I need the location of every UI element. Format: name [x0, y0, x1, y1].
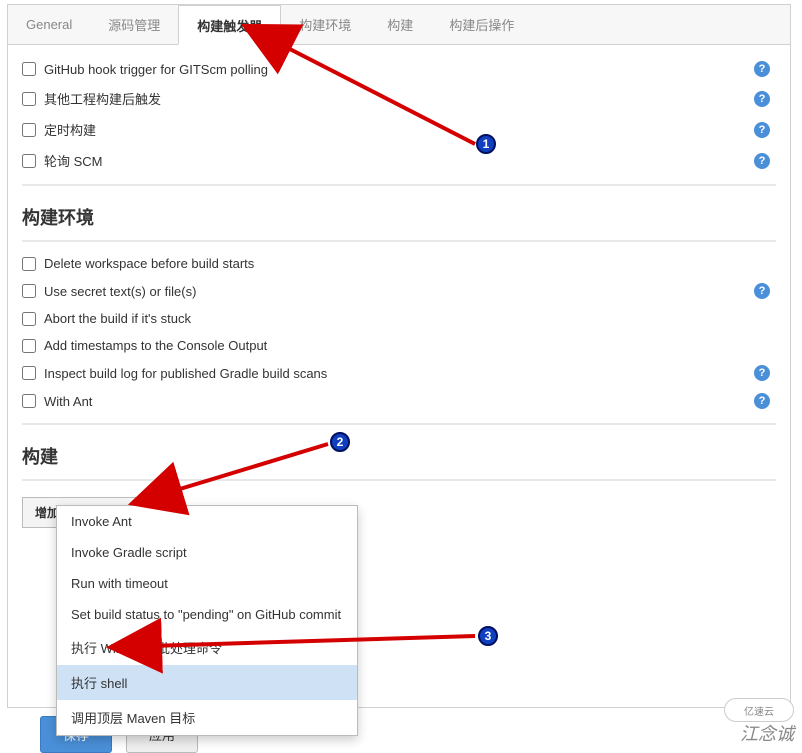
divider [22, 479, 776, 481]
annotation-badge-1: 1 [476, 134, 496, 154]
tab-general[interactable]: General [8, 5, 90, 44]
checkbox-secret-text[interactable] [22, 284, 36, 298]
menu-item-windows-batch[interactable]: 执行 Windows 批处理命令 [57, 630, 357, 665]
checkbox-with-ant[interactable] [22, 394, 36, 408]
checkbox-after-other[interactable] [22, 92, 36, 106]
checkbox-label: GitHub hook trigger for GITScm polling [44, 62, 754, 77]
env-row: Use secret text(s) or file(s) ? [22, 277, 776, 305]
tab-build-env[interactable]: 构建环境 [281, 5, 369, 44]
tab-post-build[interactable]: 构建后操作 [431, 5, 532, 44]
checkbox-label: 轮询 SCM [44, 151, 754, 170]
help-icon[interactable]: ? [754, 122, 770, 138]
checkbox-label: Abort the build if it's stuck [44, 311, 776, 326]
trigger-row: 轮询 SCM ? [22, 145, 776, 176]
checkbox-label: Use secret text(s) or file(s) [44, 284, 754, 299]
divider [22, 184, 776, 186]
help-icon[interactable]: ? [754, 283, 770, 299]
menu-item-run-timeout[interactable]: Run with timeout [57, 568, 357, 599]
checkbox-label: With Ant [44, 394, 754, 409]
menu-item-invoke-gradle[interactable]: Invoke Gradle script [57, 537, 357, 568]
env-row: With Ant ? [22, 387, 776, 415]
checkbox-label: Inspect build log for published Gradle b… [44, 366, 754, 381]
annotation-badge-3: 3 [478, 626, 498, 646]
checkbox-gradle-scan[interactable] [22, 366, 36, 380]
tab-scm[interactable]: 源码管理 [90, 5, 178, 44]
add-build-step-menu: Invoke Ant Invoke Gradle script Run with… [56, 505, 358, 736]
trigger-row: 定时构建 ? [22, 114, 776, 145]
checkbox-delete-ws[interactable] [22, 257, 36, 271]
checkbox-abort-stuck[interactable] [22, 312, 36, 326]
checkbox-label: Add timestamps to the Console Output [44, 338, 776, 353]
tab-build[interactable]: 构建 [369, 5, 431, 44]
tab-bar: General 源码管理 构建触发器 构建环境 构建 构建后操作 [8, 5, 790, 45]
menu-item-github-pending[interactable]: Set build status to "pending" on GitHub … [57, 599, 357, 630]
help-icon[interactable]: ? [754, 153, 770, 169]
checkbox-label: 其他工程构建后触发 [44, 89, 754, 108]
trigger-row: GitHub hook trigger for GITScm polling ? [22, 55, 776, 83]
help-icon[interactable]: ? [754, 365, 770, 381]
help-icon[interactable]: ? [754, 393, 770, 409]
menu-item-maven-top[interactable]: 调用顶层 Maven 目标 [57, 700, 357, 735]
help-icon[interactable]: ? [754, 91, 770, 107]
section-title-build: 构建 [22, 443, 776, 469]
help-icon[interactable]: ? [754, 61, 770, 77]
watermark-logo: 亿速云 [724, 698, 794, 722]
env-row: Delete workspace before build starts [22, 250, 776, 277]
env-row: Abort the build if it's stuck [22, 305, 776, 332]
config-panel: General 源码管理 构建触发器 构建环境 构建 构建后操作 GitHub … [7, 4, 791, 708]
section-title-env: 构建环境 [22, 204, 776, 230]
divider [22, 240, 776, 242]
env-row: Add timestamps to the Console Output [22, 332, 776, 359]
env-row: Inspect build log for published Gradle b… [22, 359, 776, 387]
divider [22, 423, 776, 425]
menu-item-execute-shell[interactable]: 执行 shell [57, 665, 357, 700]
trigger-row: 其他工程构建后触发 ? [22, 83, 776, 114]
checkbox-label: Delete workspace before build starts [44, 256, 776, 271]
checkbox-label: 定时构建 [44, 120, 754, 139]
tab-build-triggers[interactable]: 构建触发器 [178, 5, 281, 45]
annotation-badge-2: 2 [330, 432, 350, 452]
menu-item-invoke-ant[interactable]: Invoke Ant [57, 506, 357, 537]
watermark-text: 江念诚 [740, 720, 794, 746]
checkbox-timestamps[interactable] [22, 339, 36, 353]
checkbox-github-hook[interactable] [22, 62, 36, 76]
checkbox-poll-scm[interactable] [22, 154, 36, 168]
checkbox-timer[interactable] [22, 123, 36, 137]
